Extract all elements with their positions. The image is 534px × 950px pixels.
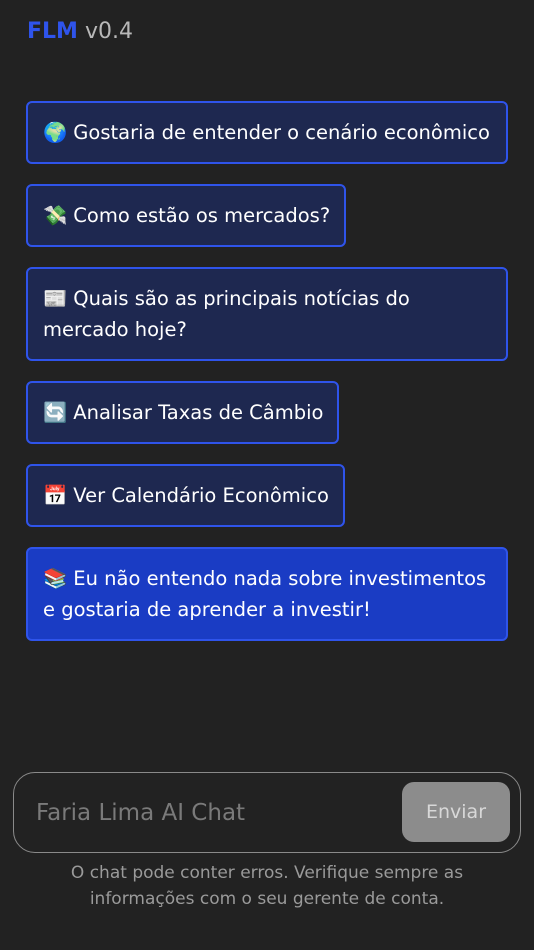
suggestion-label: Ver Calendário Econômico xyxy=(73,484,329,507)
app-header: FLM v0.4 xyxy=(27,18,133,46)
disclaimer-text: O chat pode conter erros. Verifique semp… xyxy=(70,863,464,909)
suggestion-exchange-rates[interactable]: 🔄 Analisar Taxas de Câmbio xyxy=(26,381,340,444)
suggestion-markets[interactable]: 💸 Como estão os mercados? xyxy=(26,184,347,247)
chat-input[interactable] xyxy=(34,787,398,839)
suggestion-label: Gostaria de entender o cenário econômico xyxy=(73,121,490,144)
calendar-icon: 📅 xyxy=(43,484,68,507)
version-label: v0.4 xyxy=(84,19,133,44)
globe-icon: 🌍 xyxy=(43,121,68,144)
suggestion-label: Eu não entendo nada sobre investimentos … xyxy=(43,567,487,621)
suggestion-economic-scenario[interactable]: 🌍 Gostaria de entender o cenário econômic… xyxy=(26,101,508,164)
suggestion-learn-investing[interactable]: 📚 Eu não entendo nada sobre investimentos… xyxy=(26,547,508,641)
money-wings-icon: 💸 xyxy=(43,204,68,227)
refresh-arrows-icon: 🔄 xyxy=(43,401,68,424)
books-icon: 📚 xyxy=(43,567,68,590)
suggestion-label: Como estão os mercados? xyxy=(73,204,331,227)
suggestion-label: Quais são as principais notícias do merc… xyxy=(43,287,410,341)
suggestion-label: Analisar Taxas de Câmbio xyxy=(73,401,324,424)
chat-page: FLM v0.4 🌍 Gostaria de entender o cenário… xyxy=(0,0,534,950)
suggestion-market-news[interactable]: 📰 Quais são as principais notícias do mer… xyxy=(26,267,508,361)
send-button[interactable]: Enviar xyxy=(402,782,510,842)
chat-input-bar: Enviar xyxy=(13,772,521,853)
suggestion-list: 🌍 Gostaria de entender o cenário econômic… xyxy=(26,101,508,661)
suggestion-economic-calendar[interactable]: 📅 Ver Calendário Econômico xyxy=(26,464,345,527)
newspaper-icon: 📰 xyxy=(43,287,68,310)
brand-logo-text: FLM xyxy=(27,19,78,44)
